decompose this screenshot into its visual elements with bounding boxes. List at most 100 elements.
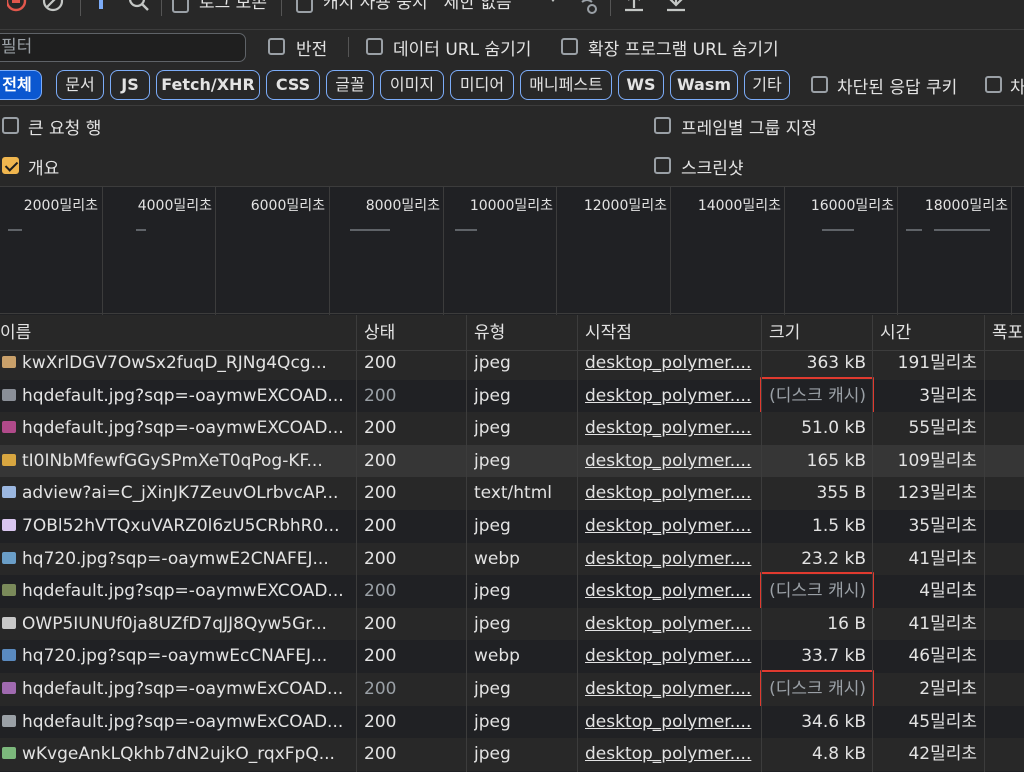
- request-status: 200: [364, 353, 397, 373]
- chip-img[interactable]: 이미지: [380, 70, 444, 100]
- column-status[interactable]: 상태: [356, 315, 466, 351]
- resource-thumbnail-icon: [2, 551, 16, 564]
- request-name: hq720.jpg?sqp=-oaymwE2CNAFEJ...: [22, 548, 329, 569]
- blocked-requests-checkbox[interactable]: [985, 76, 1002, 93]
- hide-extension-urls-checkbox[interactable]: [561, 38, 578, 55]
- request-type: webp: [474, 548, 520, 569]
- column-time[interactable]: 시간: [872, 315, 984, 351]
- column-divider[interactable]: [984, 315, 985, 772]
- invert-checkbox[interactable]: [268, 38, 285, 55]
- filter-input[interactable]: 필터: [0, 33, 246, 62]
- request-initiator-link[interactable]: desktop_polymer....: [585, 477, 755, 510]
- table-row[interactable]: hq720.jpg?sqp=-oaymwEcCNAFEJ... 200 webp de…: [0, 640, 1024, 673]
- table-row[interactable]: hqdefault.jpg?sqp=-oaymwEXCOAD... 200 jpeg…: [0, 572, 1024, 611]
- upload-icon[interactable]: [613, 0, 655, 16]
- table-row[interactable]: tI0INbMfewfGGySPmXeT0qPog-KF... 200 jpeg de…: [0, 444, 1024, 478]
- chevron-down-icon[interactable]: [538, 0, 568, 16]
- request-initiator-link[interactable]: desktop_polymer....: [585, 706, 755, 739]
- table-row[interactable]: OWP5IUNUf0ja8UZfD7qJJ8Qyw5Gr... 200 jpeg de…: [0, 607, 1024, 641]
- group-by-frame-checkbox[interactable]: [654, 117, 671, 134]
- column-name[interactable]: 이름: [0, 315, 356, 351]
- download-icon[interactable]: [655, 0, 697, 16]
- table-row[interactable]: adview?ai=C_jXinJK7ZeuvOLrbvcAP... 200 tex…: [0, 477, 1024, 510]
- overview-tick-label: 18000밀리초: [924, 198, 1008, 214]
- request-status: 200: [364, 548, 397, 569]
- column-divider[interactable]: [356, 315, 357, 772]
- highlight-box: [760, 376, 874, 415]
- overview-tick-label: 6000밀리초: [250, 198, 325, 214]
- disable-cache-checkbox[interactable]: [295, 0, 313, 13]
- table-row[interactable]: hqdefault.jpg?sqp=-oaymwExCOAD... 200 jpeg…: [0, 705, 1024, 739]
- chip-js[interactable]: JS: [110, 70, 150, 100]
- filter-divider: [348, 37, 349, 57]
- request-status: 200: [364, 744, 397, 765]
- overview-gridline: [215, 187, 216, 315]
- request-status: 200: [364, 679, 397, 699]
- column-divider[interactable]: [577, 315, 578, 772]
- search-icon[interactable]: [121, 0, 157, 16]
- toolbar-divider: [609, 0, 611, 16]
- request-size: 1.5 kB: [812, 516, 866, 536]
- column-divider[interactable]: [872, 315, 873, 772]
- big-request-rows-checkbox[interactable]: [2, 117, 19, 134]
- throttle-select[interactable]: 제한 없음: [444, 0, 512, 12]
- preserve-log-label: 로그 보존: [199, 0, 267, 13]
- record-stop-icon[interactable]: [0, 0, 36, 16]
- request-initiator-link[interactable]: desktop_polymer....: [585, 351, 755, 380]
- chip-other[interactable]: 기타: [744, 70, 790, 100]
- table-row[interactable]: 7OBl52hVTQxuVARZ0l6zU5CRbhR0... 200 jpeg de…: [0, 510, 1024, 543]
- screenshots-checkbox[interactable]: [654, 157, 671, 174]
- blocked-cookies-checkbox[interactable]: [811, 76, 828, 93]
- request-status: 200: [364, 613, 397, 634]
- table-row[interactable]: hqdefault.jpg?sqp=-oaymwEXCOAD... 200 jpeg…: [0, 412, 1024, 445]
- hide-data-urls-checkbox[interactable]: [366, 38, 383, 55]
- table-row[interactable]: kwXrlDGV7OwSx2fuqD_RJNg4Qcg... 200 jpeg des…: [0, 351, 1024, 380]
- network-overview[interactable]: 2000밀리초 4000밀리초 6000밀리초 8000밀리초 10000밀리초…: [0, 186, 1024, 315]
- request-size: 16 B: [827, 613, 866, 634]
- clear-icon[interactable]: [36, 0, 70, 16]
- chip-wasm[interactable]: Wasm: [670, 70, 738, 100]
- blocked-requests-label: 차: [1010, 78, 1024, 98]
- request-type: jpeg: [474, 418, 511, 439]
- chip-css[interactable]: CSS: [266, 70, 320, 100]
- table-row[interactable]: hq720.jpg?sqp=-oaymwE2CNAFEJ... 200 webp de…: [0, 542, 1024, 576]
- chip-fetch-xhr[interactable]: Fetch/XHR: [156, 70, 260, 100]
- preserve-log-checkbox[interactable]: [172, 0, 189, 13]
- table-row[interactable]: wKvgeAnkLQkhb7dN2ujkO_rqxFpQ... 200 jpeg de…: [0, 738, 1024, 771]
- network-conditions-icon[interactable]: [570, 0, 604, 16]
- column-type[interactable]: 유형: [466, 315, 576, 351]
- chip-all[interactable]: 전체: [0, 70, 42, 100]
- request-initiator-link[interactable]: desktop_polymer....: [585, 445, 755, 478]
- overview-gridline: [329, 187, 330, 315]
- request-initiator-link[interactable]: desktop_polymer....: [585, 380, 755, 413]
- column-waterfall[interactable]: 폭포: [984, 315, 1024, 351]
- request-time: 42밀리초: [908, 744, 977, 765]
- chip-font[interactable]: 글꼴: [326, 70, 374, 100]
- chip-doc[interactable]: 문서: [56, 70, 104, 100]
- request-initiator-link[interactable]: desktop_polymer....: [585, 608, 755, 641]
- column-divider[interactable]: [466, 315, 467, 772]
- chip-ws[interactable]: WS: [618, 70, 664, 100]
- column-size[interactable]: 크기: [761, 315, 873, 351]
- highlight-box: [760, 572, 874, 611]
- request-time: 46밀리초: [908, 646, 977, 667]
- overview-activity-bar: [8, 229, 22, 231]
- column-initiator[interactable]: 시작점: [577, 315, 762, 351]
- request-type: jpeg: [474, 353, 511, 373]
- chip-media[interactable]: 미디어: [450, 70, 514, 100]
- request-initiator-link[interactable]: desktop_polymer....: [585, 673, 755, 706]
- request-initiator-link[interactable]: desktop_polymer....: [585, 575, 755, 608]
- table-row[interactable]: hqdefault.jpg?sqp=-oaymwEXCOAD... 200 jpeg…: [0, 376, 1024, 415]
- request-initiator-link[interactable]: desktop_polymer....: [585, 738, 755, 771]
- request-initiator-link[interactable]: desktop_polymer....: [585, 510, 755, 543]
- table-row[interactable]: hqdefault.jpg?sqp=-oaymwExCOAD... 200 jpeg…: [0, 670, 1024, 708]
- column-divider[interactable]: [761, 315, 762, 772]
- overview-checkbox[interactable]: [2, 157, 19, 174]
- filter-funnel-icon[interactable]: [81, 0, 121, 16]
- chip-manifest[interactable]: 매니페스트: [520, 70, 612, 100]
- request-initiator-link[interactable]: desktop_polymer....: [585, 640, 755, 673]
- request-initiator-link[interactable]: desktop_polymer....: [585, 543, 755, 576]
- request-initiator-link[interactable]: desktop_polymer....: [585, 412, 755, 445]
- overview-activity-bar: [136, 229, 146, 231]
- request-time: 4밀리초: [919, 581, 977, 602]
